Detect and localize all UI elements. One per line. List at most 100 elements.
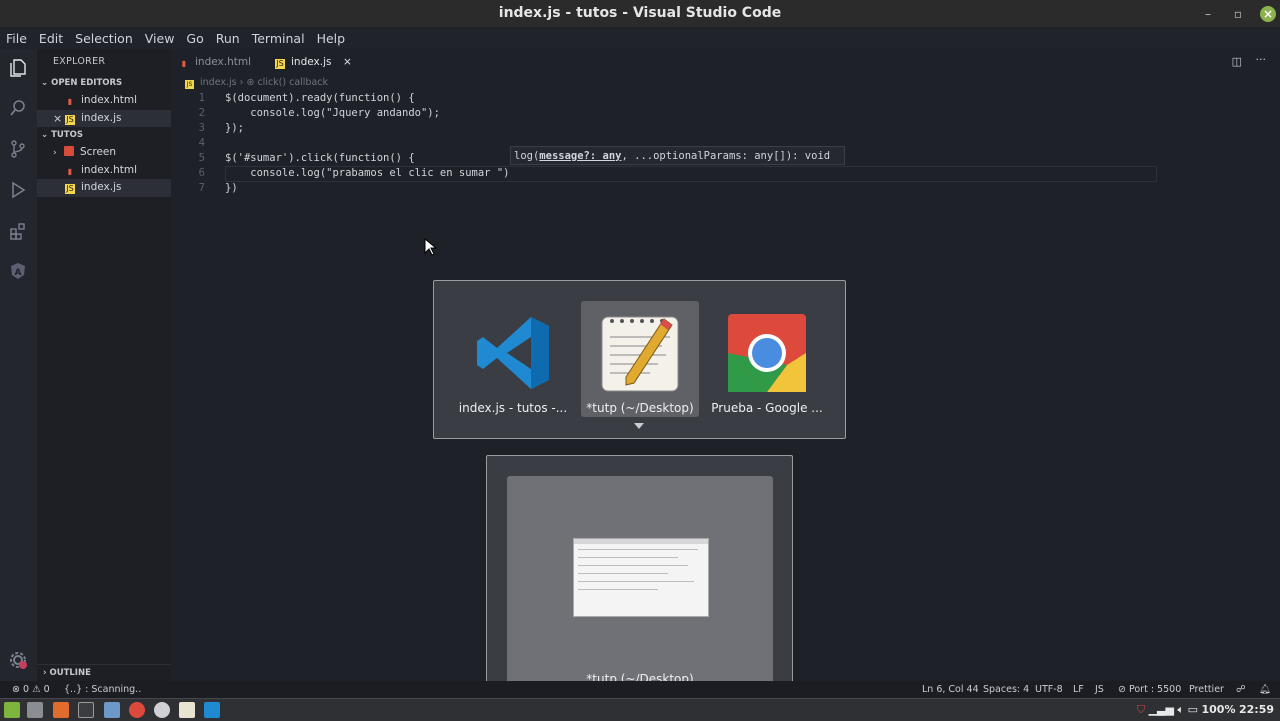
- chrome-taskbar-icon[interactable]: [129, 702, 145, 718]
- code-line: console.log("prabamos el clic en sumar "…: [225, 167, 510, 179]
- breadcrumb-symbol[interactable]: click() callback: [257, 77, 328, 88]
- end-of-line[interactable]: LF: [1073, 681, 1084, 698]
- close-button[interactable]: ×: [1260, 5, 1276, 22]
- status-bar: ⊗ 0 ⚠ 0 {..} : Scanning.. Ln 6, Col 44 S…: [0, 681, 1280, 698]
- close-editor-icon[interactable]: ×: [53, 110, 62, 128]
- preview-thumbnail: [573, 538, 709, 617]
- switcher-item-chrome[interactable]: Prueba - Google ...: [708, 301, 826, 417]
- html-file-icon: ▮: [67, 166, 73, 176]
- menu-run[interactable]: Run: [210, 31, 246, 46]
- indentation[interactable]: Spaces: 4: [983, 681, 1029, 698]
- switcher-item-text-editor[interactable]: *tutp (~/Desktop): [581, 301, 699, 417]
- network-icon[interactable]: ▁▃▅: [1149, 703, 1174, 716]
- mouse-pointer-icon: [424, 237, 438, 260]
- scanning-status[interactable]: {..} : Scanning..: [64, 681, 141, 698]
- html-file-icon: ▮: [181, 59, 187, 68]
- explorer-title: EXPLORER: [53, 56, 106, 67]
- volume-icon[interactable]: 🔈︎: [1177, 703, 1184, 716]
- preview-pane[interactable]: *tutp (~/Desktop): [507, 476, 773, 695]
- clock[interactable]: 22:59: [1239, 703, 1274, 716]
- problems-indicator[interactable]: ⊗ 0 ⚠ 0: [12, 681, 50, 698]
- window-preview: *tutp (~/Desktop): [486, 455, 793, 716]
- active-parameter: message?: any: [539, 150, 622, 162]
- menu-help[interactable]: Help: [311, 31, 352, 46]
- menu-terminal[interactable]: Terminal: [246, 31, 311, 46]
- close-tab-icon[interactable]: ×: [343, 49, 352, 75]
- open-editor-item[interactable]: × JS index.js: [37, 109, 171, 128]
- menu-file[interactable]: File: [0, 31, 33, 46]
- tab-index-js[interactable]: JS index.js ×: [275, 49, 361, 75]
- open-editor-item[interactable]: ▮ index.html: [37, 92, 171, 110]
- menu-bar: File Edit Selection View Go Run Terminal…: [0, 27, 1280, 49]
- window-title: index.js - tutos - Visual Studio Code: [498, 5, 782, 21]
- encoding[interactable]: UTF-8: [1035, 681, 1063, 698]
- chevron-right-icon: ›: [43, 668, 50, 678]
- manage-gear-icon[interactable]: [8, 650, 28, 670]
- breadcrumb-file[interactable]: index.js: [200, 77, 237, 88]
- files-icon[interactable]: [104, 702, 120, 718]
- open-editors-header[interactable]: ⌄ OPEN EDITORS: [37, 75, 171, 92]
- folder-icon: [63, 146, 74, 156]
- terminal-icon[interactable]: [78, 702, 94, 718]
- svg-text:A: A: [15, 268, 22, 278]
- explorer-icon[interactable]: [8, 58, 28, 78]
- more-actions-icon[interactable]: ···: [1256, 53, 1267, 66]
- battery-icon[interactable]: ▭: [1188, 703, 1198, 716]
- js-file-icon: JS: [275, 59, 285, 69]
- run-debug-icon[interactable]: [8, 180, 28, 200]
- extensions-icon[interactable]: [8, 221, 28, 241]
- broadcast-icon: ⊘: [1118, 684, 1129, 695]
- window-controls: – ▫ ×: [1200, 0, 1280, 27]
- code-line: console.log("Jquery andando");: [225, 107, 440, 119]
- menu-edit[interactable]: Edit: [33, 31, 69, 46]
- breadcrumb: JS index.js › ⊛ click() callback: [185, 77, 328, 91]
- html-file-icon: ▮: [67, 97, 73, 106]
- parameter-hint: log(message?: any, ...optionalParams: an…: [510, 146, 845, 165]
- line-number: 4: [198, 137, 205, 149]
- maximize-button[interactable]: ▫: [1230, 6, 1246, 22]
- js-file-icon: JS: [65, 114, 75, 125]
- tree-item-folder[interactable]: › Screen: [37, 144, 171, 162]
- live-server-port[interactable]: ⊘ Port : 5500: [1118, 681, 1181, 698]
- angular-icon[interactable]: A: [8, 261, 28, 281]
- feedback-icon[interactable]: ☍: [1236, 681, 1246, 698]
- code-line: $(document).ready(function() {: [225, 92, 415, 104]
- menu-view[interactable]: View: [139, 31, 181, 46]
- code-line: });: [225, 122, 244, 134]
- shield-icon[interactable]: ⛉: [1137, 703, 1145, 716]
- source-control-icon[interactable]: [8, 139, 28, 159]
- menu-selection[interactable]: Selection: [69, 31, 139, 46]
- menu-go[interactable]: Go: [180, 31, 209, 46]
- line-number: 1: [198, 92, 205, 104]
- search-icon[interactable]: [8, 98, 28, 118]
- language-mode[interactable]: JS: [1095, 681, 1104, 698]
- folder-header[interactable]: ⌄ TUTOS: [37, 127, 171, 144]
- switcher-label: index.js - tutos -...: [458, 401, 568, 415]
- code-line: $('#sumar').click(function() {: [225, 152, 415, 164]
- notifications-icon[interactable]: 🔔︎: [1259, 681, 1271, 698]
- chevron-right-icon: ›: [53, 148, 57, 158]
- show-desktop-icon[interactable]: [27, 702, 43, 718]
- cursor-position[interactable]: Ln 6, Col 44: [922, 681, 979, 698]
- outline-header[interactable]: › OUTLINE: [37, 664, 171, 682]
- chevron-down-icon: ⌄: [41, 130, 52, 140]
- vscode-icon: [473, 313, 553, 393]
- text-editor-taskbar-icon[interactable]: [179, 702, 195, 718]
- app-launcher-icon[interactable]: [53, 702, 69, 718]
- settings-taskbar-icon[interactable]: [154, 702, 170, 718]
- tree-item-file[interactable]: ▮ index.html: [37, 162, 171, 180]
- text-editor-icon: [600, 313, 680, 393]
- menu-icon[interactable]: [4, 702, 20, 718]
- window-titlebar: index.js - tutos - Visual Studio Code – …: [0, 0, 1280, 27]
- editor-tabs: ▮ index.html JS index.js × ◫ ···: [171, 49, 1280, 75]
- split-editor-icon[interactable]: ◫: [1232, 55, 1242, 68]
- tree-item-file[interactable]: JS index.js: [37, 179, 171, 197]
- switcher-item-vscode[interactable]: index.js - tutos -...: [454, 301, 572, 417]
- js-file-icon: JS: [185, 80, 194, 89]
- tab-index-html[interactable]: ▮ index.html: [179, 49, 267, 75]
- os-taskbar: ⛉ ▁▃▅ 🔈︎ ▭ 100% 22:59: [0, 698, 1280, 721]
- minimize-button[interactable]: –: [1200, 6, 1216, 22]
- vscode-taskbar-icon[interactable]: [204, 702, 220, 718]
- prettier-status[interactable]: Prettier: [1189, 681, 1224, 698]
- warning-icon: ⚠: [32, 684, 41, 695]
